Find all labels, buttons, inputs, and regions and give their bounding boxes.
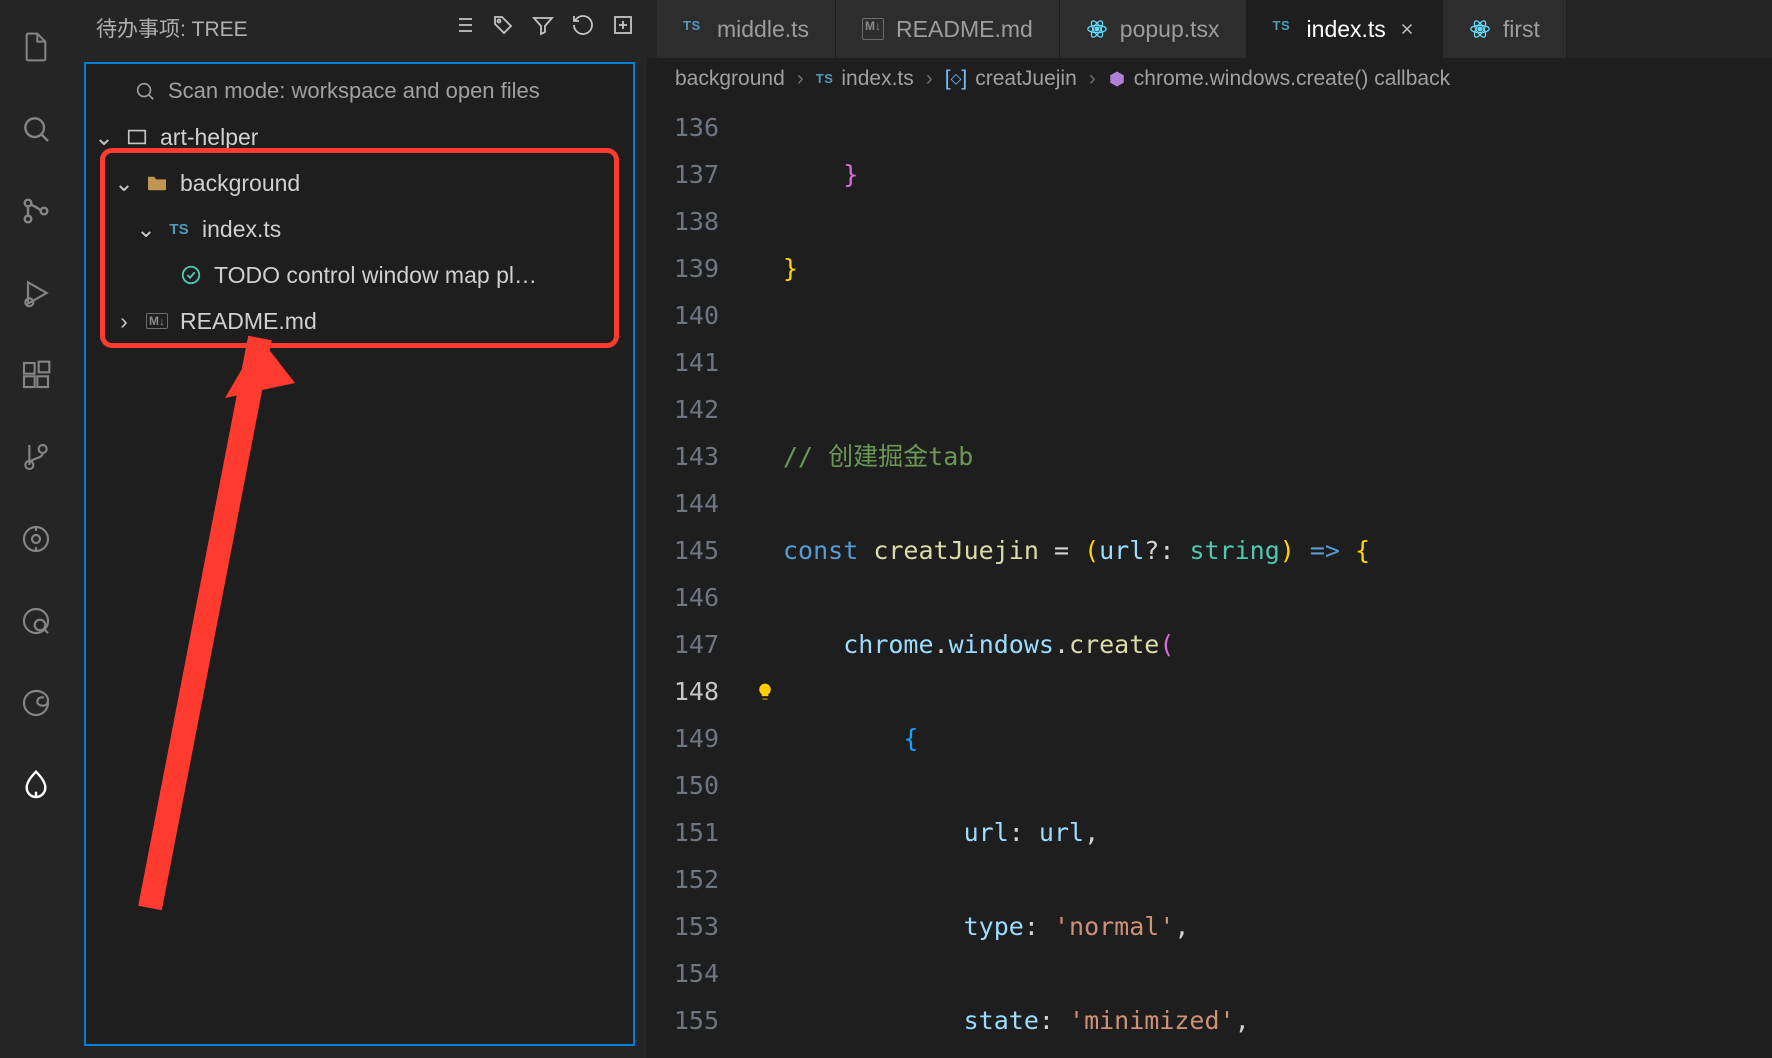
activity-scm-icon[interactable]	[13, 189, 57, 233]
breadcrumb-seg[interactable]: creatJuejin	[975, 67, 1077, 91]
breadcrumbs[interactable]: background › TS index.ts › [◇] creatJuej…	[647, 58, 1772, 100]
tab-label: middle.ts	[717, 16, 809, 43]
tab-label: popup.tsx	[1120, 16, 1220, 43]
ts-file-icon: TS	[816, 71, 834, 86]
todo-tree-panel: Scan mode: workspace and open files ⌄ ar…	[84, 62, 635, 1046]
markdown-file-icon: M↓	[144, 313, 170, 329]
activity-remote-icon[interactable]	[13, 599, 57, 643]
sidebar-title: 待办事项: TREE	[96, 13, 248, 43]
scan-mode-label: Scan mode: workspace and open files	[168, 78, 540, 104]
chevron-down-icon: ⌄	[136, 216, 156, 243]
activity-bar	[0, 0, 72, 1058]
breadcrumb-seg[interactable]: index.ts	[841, 67, 913, 91]
activity-extensions-icon[interactable]	[13, 353, 57, 397]
tree-todo-label: TODO control window map pl…	[214, 262, 537, 289]
sidebar: 待办事项: TREE Scan mode: workspace and open…	[72, 0, 647, 1058]
tree-readme-label: README.md	[180, 308, 317, 335]
symbol-method-icon	[1108, 70, 1126, 88]
project-icon	[124, 126, 150, 148]
sidebar-header: 待办事项: TREE	[72, 0, 647, 56]
tree: ⌄ art-helper ⌄ background ⌄ TS index.ts …	[86, 114, 633, 344]
chevron-right-icon: ›	[926, 67, 933, 91]
folder-icon	[144, 174, 170, 192]
tree-root[interactable]: ⌄ art-helper	[86, 114, 633, 160]
filter-icon[interactable]	[531, 13, 555, 43]
tab-popup[interactable]: popup.tsx	[1060, 0, 1247, 58]
breadcrumb-seg[interactable]: background	[675, 67, 785, 91]
tab-readme[interactable]: M↓ README.md	[836, 0, 1060, 58]
activity-todo-tree-icon[interactable]	[13, 763, 57, 807]
activity-git-icon[interactable]	[13, 435, 57, 479]
breadcrumb-seg[interactable]: chrome.windows.create() callback	[1134, 67, 1450, 91]
tab-label: README.md	[896, 16, 1033, 43]
expand-icon[interactable]	[611, 13, 635, 43]
editor-area: TS middle.ts M↓ README.md popup.tsx TS i…	[647, 0, 1772, 1058]
activity-debug-icon[interactable]	[13, 271, 57, 315]
tree-file-index[interactable]: ⌄ TS index.ts	[86, 206, 633, 252]
react-file-icon	[1086, 18, 1108, 40]
tree-file-label: index.ts	[202, 216, 281, 243]
search-icon	[134, 80, 156, 102]
check-circle-icon	[178, 264, 204, 286]
scan-mode-row[interactable]: Scan mode: workspace and open files	[86, 64, 633, 114]
tree-todo-item[interactable]: TODO control window map pl…	[86, 252, 633, 298]
chevron-down-icon: ⌄	[114, 170, 134, 197]
close-icon[interactable]	[1398, 20, 1416, 38]
tab-index-active[interactable]: TS index.ts	[1247, 0, 1443, 58]
ts-file-icon: TS	[1273, 18, 1295, 40]
ts-file-icon: TS	[166, 221, 192, 238]
activity-gitlens-icon[interactable]	[13, 517, 57, 561]
tab-middle[interactable]: TS middle.ts	[657, 0, 836, 58]
lightbulb-icon[interactable]	[747, 668, 783, 715]
react-file-icon	[1469, 18, 1491, 40]
code-content[interactable]: } } // 创建掘金tab const creatJuejin = (url?…	[783, 100, 1772, 1058]
symbol-variable-icon: [◇]	[945, 67, 967, 91]
chevron-right-icon: ›	[797, 67, 804, 91]
tab-label: index.ts	[1307, 16, 1386, 43]
tree-folder-label: background	[180, 170, 300, 197]
code-editor[interactable]: 136 137 138 139 140 141 142 143 144 145 …	[647, 100, 1772, 1058]
chevron-right-icon: ›	[114, 308, 134, 335]
tree-root-label: art-helper	[160, 124, 258, 151]
ts-file-icon: TS	[683, 18, 705, 40]
tabs-row: TS middle.ts M↓ README.md popup.tsx TS i…	[647, 0, 1772, 58]
tree-file-readme[interactable]: › M↓ README.md	[86, 298, 633, 344]
chevron-down-icon: ⌄	[94, 124, 114, 151]
markdown-file-icon: M↓	[862, 18, 884, 40]
glyph-margin	[747, 100, 783, 1058]
tag-icon[interactable]	[491, 13, 515, 43]
activity-search-icon[interactable]	[13, 107, 57, 151]
activity-explorer-icon[interactable]	[13, 25, 57, 69]
tab-first[interactable]: first	[1443, 0, 1567, 58]
refresh-icon[interactable]	[571, 13, 595, 43]
tab-label: first	[1503, 16, 1540, 43]
gutter: 136 137 138 139 140 141 142 143 144 145 …	[647, 100, 747, 1058]
chevron-right-icon: ›	[1089, 67, 1096, 91]
tree-folder-background[interactable]: ⌄ background	[86, 160, 633, 206]
sidebar-actions	[451, 13, 635, 43]
view-list-icon[interactable]	[451, 13, 475, 43]
activity-edge-icon[interactable]	[13, 681, 57, 725]
